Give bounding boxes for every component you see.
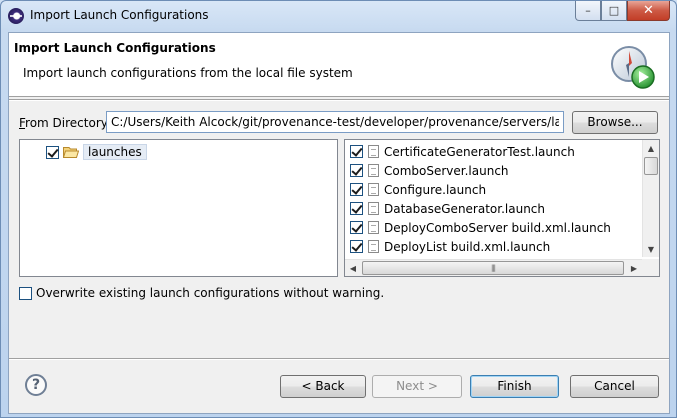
file-label: DeployComboServer build.xml.launch [384, 220, 611, 235]
close-button[interactable]: ✕ [627, 1, 670, 21]
list-item[interactable]: DeployComboServer build.xml.launch [350, 218, 611, 237]
from-directory-input[interactable] [106, 111, 564, 133]
file-checkbox[interactable] [350, 202, 363, 215]
file-label: CertificateGeneratorTest.launch [384, 144, 575, 159]
scrollbar-corner [642, 259, 659, 276]
list-item[interactable]: DeployList build.xml.launch [350, 237, 550, 256]
overwrite-option[interactable]: Overwrite existing launch configurations… [19, 286, 384, 300]
scroll-left-icon[interactable]: ◀ [345, 260, 361, 276]
file-checkbox[interactable] [350, 240, 363, 253]
wizard-banner: Import Launch Configurations Import laun… [9, 33, 669, 97]
file-list-viewport: CertificateGeneratorTest.launch ComboServ… [345, 140, 642, 257]
vertical-scroll-thumb[interactable] [644, 157, 658, 175]
footer-separator [9, 358, 669, 360]
minimize-button[interactable]: – [575, 1, 601, 21]
window-controls: – □ ✕ [575, 1, 670, 21]
launch-file-icon [368, 240, 379, 253]
back-button[interactable]: < Back [280, 375, 366, 398]
launch-file-icon [368, 202, 379, 215]
tree-item-launches[interactable]: launches [46, 144, 147, 160]
overwrite-checkbox[interactable] [19, 286, 32, 300]
overwrite-label: Overwrite existing launch configurations… [36, 286, 385, 300]
dialog-body: Import Launch Configurations Import laun… [8, 32, 670, 414]
horizontal-scroll-thumb[interactable]: ||| [362, 261, 624, 275]
next-button[interactable]: Next > [372, 375, 462, 398]
folder-checkbox[interactable] [46, 145, 59, 159]
finish-button[interactable]: Finish [470, 375, 559, 398]
folder-label: launches [83, 144, 147, 160]
file-label: DatabaseGenerator.launch [384, 201, 546, 216]
file-label: ComboServer.launch [384, 163, 509, 178]
launch-file-icon [368, 164, 379, 177]
import-launch-dialog: Import Launch Configurations – □ ✕ Impor… [0, 0, 677, 418]
launch-file-icon [368, 145, 379, 158]
list-item[interactable]: CertificateGeneratorTest.launch [350, 142, 575, 161]
list-item[interactable]: Configure.launch [350, 180, 486, 199]
browse-button[interactable]: Browse... [572, 111, 658, 134]
horizontal-scrollbar[interactable]: ◀ ||| ▶ [345, 259, 642, 276]
list-item[interactable]: ComboServer.launch [350, 161, 509, 180]
vertical-scrollbar[interactable]: ▲ ▼ [642, 140, 659, 257]
list-item-partial [350, 256, 363, 257]
scroll-right-icon[interactable]: ▶ [626, 260, 642, 276]
launch-file-icon [368, 183, 379, 196]
file-label: Configure.launch [384, 182, 487, 197]
file-checkbox[interactable] [350, 164, 363, 177]
launch-file-icon [368, 221, 379, 234]
file-checkbox[interactable] [350, 183, 363, 196]
file-label: DeployList build.xml.launch [384, 239, 551, 254]
banner-title: Import Launch Configurations [14, 41, 216, 55]
help-icon[interactable]: ? [25, 374, 47, 396]
scroll-up-icon[interactable]: ▲ [643, 140, 659, 156]
folder-tree[interactable]: launches [19, 139, 338, 277]
banner-description: Import launch configurations from the lo… [23, 66, 353, 80]
from-directory-label: From Directory: [19, 116, 112, 130]
file-checkbox[interactable] [350, 145, 363, 158]
scroll-down-icon[interactable]: ▼ [643, 241, 659, 257]
banner-separator [9, 99, 669, 101]
list-item[interactable]: DatabaseGenerator.launch [350, 199, 545, 218]
launch-file-list: CertificateGeneratorTest.launch ComboServ… [344, 139, 660, 277]
from-directory-label-text: rom Directory: [25, 116, 112, 130]
launch-import-icon [611, 46, 655, 89]
eclipse-app-icon [8, 8, 24, 24]
maximize-button[interactable]: □ [601, 1, 627, 21]
file-checkbox[interactable] [350, 221, 363, 234]
title-bar[interactable]: Import Launch Configurations – □ ✕ [1, 1, 676, 31]
cancel-button[interactable]: Cancel [570, 375, 659, 398]
window-title: Import Launch Configurations [30, 8, 209, 22]
folder-open-icon [63, 147, 79, 158]
